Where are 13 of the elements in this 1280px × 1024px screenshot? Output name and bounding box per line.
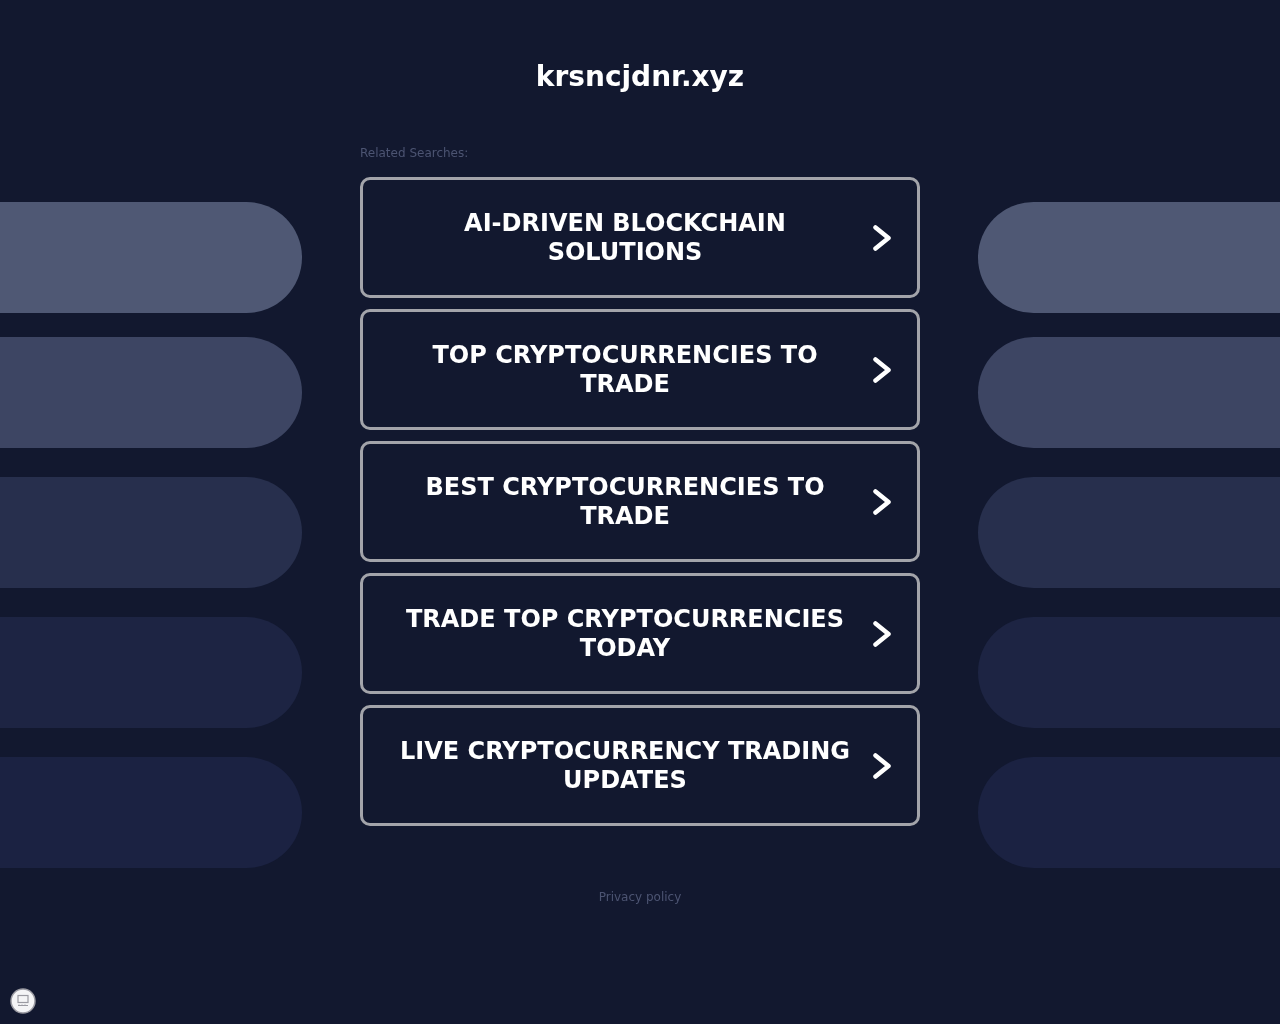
search-link[interactable]: BEST CRYPTOCURRENCIES TO TRADE xyxy=(360,441,920,562)
site-title: krsncjdnr.xyz xyxy=(534,60,746,94)
badge-icon[interactable] xyxy=(10,988,36,1014)
chevron-right-icon xyxy=(873,356,891,383)
search-link[interactable]: TOP CRYPTOCURRENCIES TO TRADE xyxy=(360,309,920,430)
chevron-right-icon xyxy=(873,620,891,647)
related-searches-heading: Related Searches: xyxy=(360,145,470,161)
chevron-right-icon xyxy=(873,752,891,779)
search-link[interactable]: LIVE CRYPTOCURRENCY TRADING UPDATES xyxy=(360,705,920,826)
chevron-right-icon xyxy=(873,224,891,251)
search-link[interactable]: AI-DRIVEN BLOCKCHAIN SOLUTIONS xyxy=(360,177,920,298)
chevron-right-icon xyxy=(873,488,891,515)
search-link[interactable]: TRADE TOP CRYPTOCURRENCIES TODAY xyxy=(360,573,920,694)
